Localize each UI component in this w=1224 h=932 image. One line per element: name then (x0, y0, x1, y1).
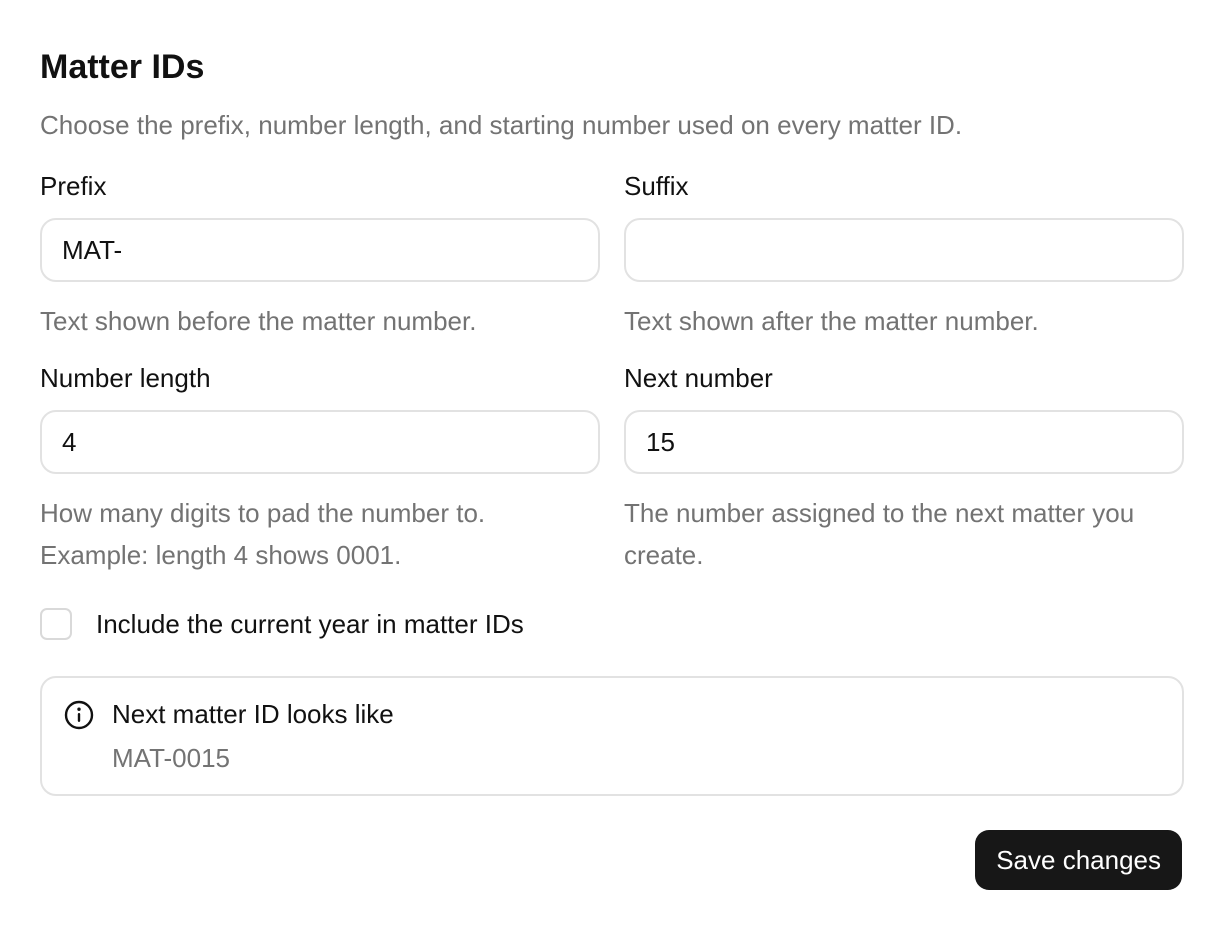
prefix-field-group: Prefix Text shown before the matter numb… (40, 170, 600, 342)
suffix-help-text: Text shown after the matter number. (624, 306, 1039, 336)
next-number-label: Next number (624, 363, 773, 393)
suffix-field-group: Suffix Text shown after the matter numbe… (624, 170, 1184, 342)
preview-title: Next matter ID looks like (112, 699, 394, 729)
suffix-label: Suffix (624, 171, 689, 201)
prefix-label: Prefix (40, 171, 107, 201)
include-year-row: Include the current year in matter IDs (40, 606, 524, 642)
prefix-input[interactable] (40, 218, 600, 282)
next-id-preview: Next matter ID looks like MAT-0015 (40, 676, 1184, 796)
include-year-label[interactable]: Include the current year in matter IDs (96, 606, 524, 642)
suffix-input[interactable] (624, 218, 1184, 282)
preview-value: MAT-0015 (112, 743, 231, 773)
next-number-input[interactable] (624, 410, 1184, 474)
matter-ids-settings: Matter IDs Choose the prefix, number len… (40, 0, 1184, 932)
prefix-help-text: Text shown before the matter number. (40, 306, 477, 336)
section-description: Choose the prefix, number length, and st… (40, 110, 963, 140)
include-year-checkbox[interactable] (40, 608, 72, 640)
info-icon (64, 700, 94, 730)
save-changes-button[interactable]: Save changes (975, 830, 1182, 890)
number-length-label: Number length (40, 363, 211, 393)
number-length-field-group: Number length How many digits to pad the… (40, 362, 600, 576)
next-number-field-group: Next number The number assigned to the n… (624, 362, 1184, 576)
section-title: Matter IDs (40, 48, 205, 86)
number-length-help-text: How many digits to pad the number to. Ex… (40, 498, 486, 570)
next-number-help-text: The number assigned to the next matter y… (624, 498, 1135, 570)
number-length-input[interactable] (40, 410, 600, 474)
